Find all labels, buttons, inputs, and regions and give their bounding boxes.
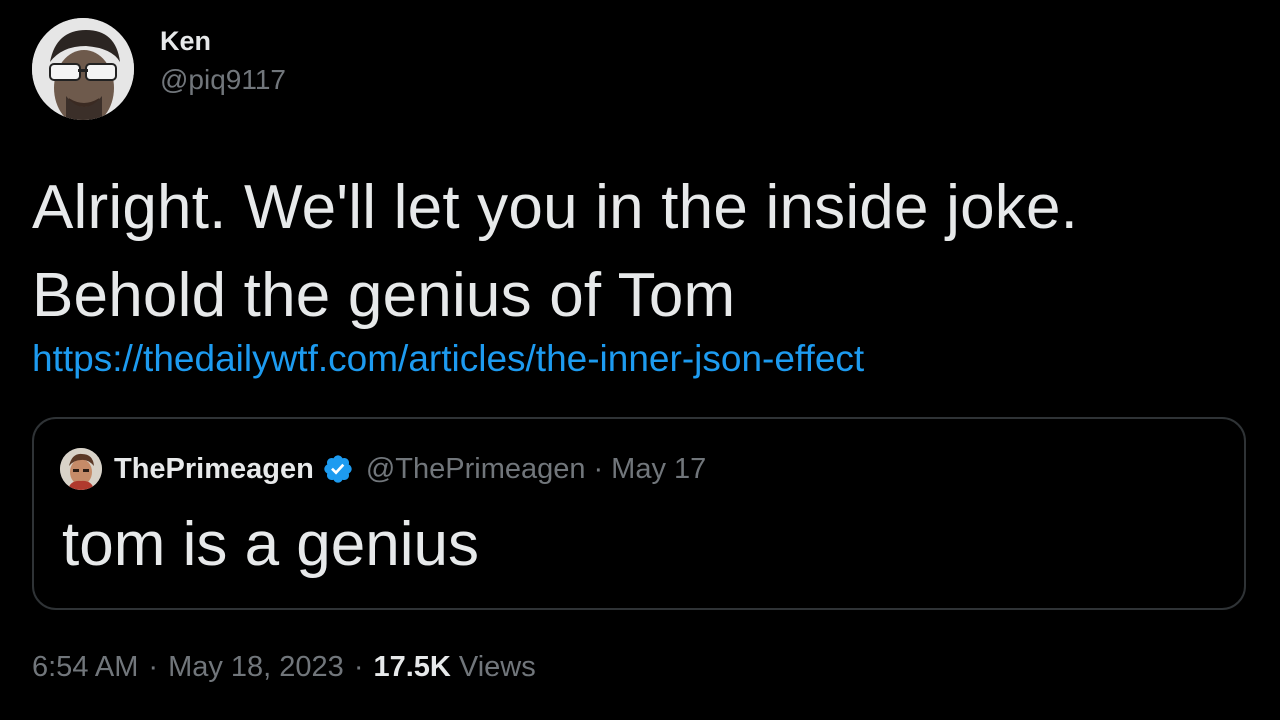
- views-count[interactable]: 17.5K: [373, 646, 450, 688]
- quoted-tweet-header: ThePrimeagen @ThePrimeagen · May 17: [60, 447, 706, 491]
- quoted-tweet-date[interactable]: May 17: [611, 453, 706, 486]
- meta-separator-1: ·: [148, 651, 159, 683]
- author-handle[interactable]: @piq9117: [160, 63, 286, 97]
- tweet-meta: 6:54 AM · May 18, 2023 · 17.5K Views: [32, 646, 536, 688]
- verified-badge-icon: [324, 455, 352, 483]
- tweet-author: Ken @piq9117: [32, 16, 286, 122]
- author-avatar[interactable]: [32, 18, 134, 120]
- tweet-date[interactable]: May 18, 2023: [168, 646, 344, 688]
- quoted-author-handle[interactable]: @ThePrimeagen: [366, 453, 586, 486]
- quoted-tweet-text: tom is a genius: [62, 510, 479, 579]
- quoted-tweet[interactable]: ThePrimeagen @ThePrimeagen · May 17 tom …: [32, 417, 1246, 610]
- quoted-author-display-name[interactable]: ThePrimeagen: [114, 453, 314, 486]
- meta-separator-2: ·: [353, 651, 364, 683]
- tweet-text: Alright. We'll let you in the inside jok…: [32, 173, 1079, 330]
- author-display-name[interactable]: Ken: [160, 25, 286, 57]
- tweet-link[interactable]: https://thedailywtf.com/articles/the-inn…: [32, 334, 864, 384]
- quoted-author-avatar: [60, 448, 102, 490]
- quoted-header-separator: ·: [593, 452, 604, 485]
- tweet-time[interactable]: 6:54 AM: [32, 646, 138, 688]
- tweet-card: Ken @piq9117 Alright. We'll let you in t…: [0, 0, 1280, 720]
- views-label: Views: [458, 651, 536, 683]
- author-names: Ken @piq9117: [160, 18, 286, 120]
